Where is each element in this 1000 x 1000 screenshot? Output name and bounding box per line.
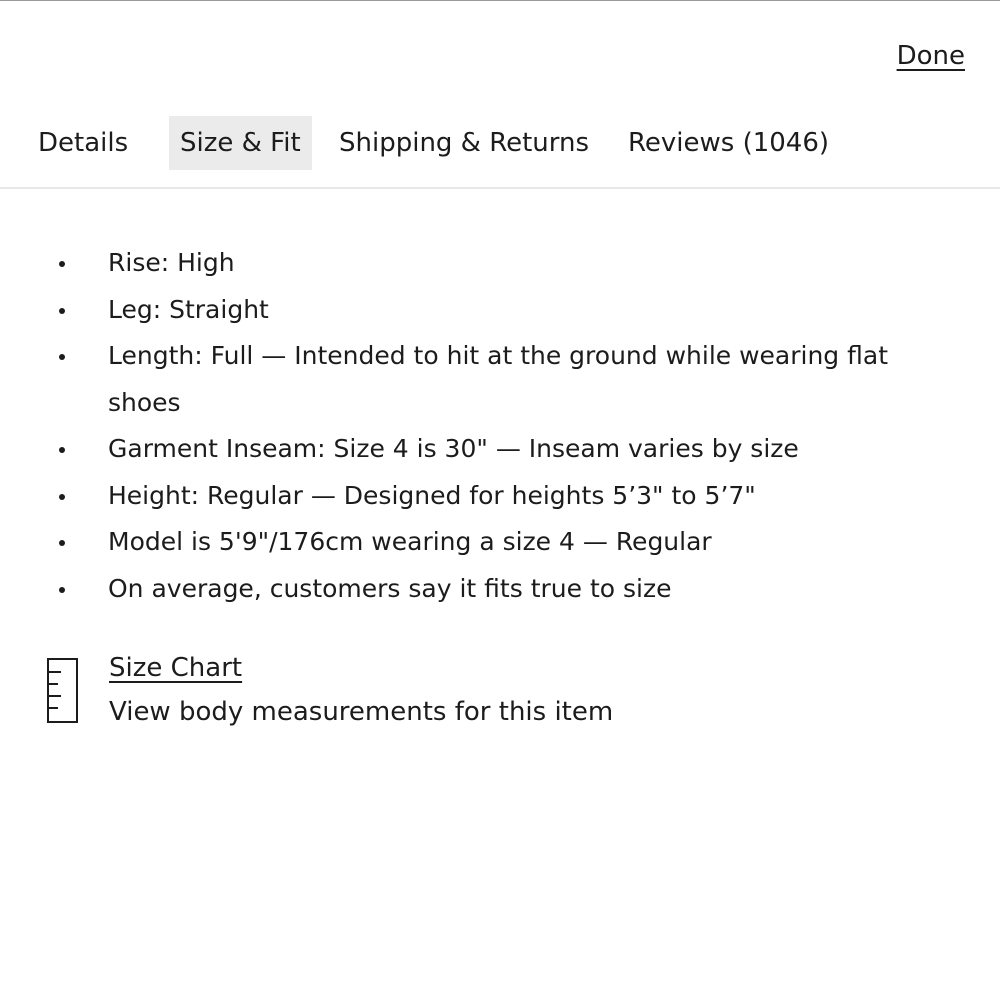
tabs-divider — [0, 187, 1000, 189]
fit-length: Length: Full — Intended to hit at the gr… — [0, 333, 1000, 426]
size-chart-description: View body measurements for this item — [109, 697, 614, 727]
fit-leg: Leg: Straight — [0, 287, 1000, 334]
tab-shipping-and-returns[interactable]: Shipping & Returns — [339, 116, 589, 170]
size-chart-link[interactable]: Size Chart — [109, 650, 242, 686]
tab-bar: Details Size & Fit Shipping & Returns Re… — [0, 116, 1000, 170]
fit-average: On average, customers say it fits true t… — [0, 566, 1000, 613]
size-fit-list: Rise: High Leg: Straight Length: Full — … — [0, 240, 1000, 612]
tab-reviews[interactable]: Reviews (1046) — [628, 116, 829, 170]
fit-inseam: Garment Inseam: Size 4 is 30" — Inseam v… — [0, 426, 1000, 473]
tab-size-and-fit[interactable]: Size & Fit — [169, 116, 312, 170]
fit-rise: Rise: High — [0, 240, 1000, 287]
tab-details[interactable]: Details — [38, 116, 128, 170]
done-button[interactable]: Done — [897, 38, 965, 74]
ruler-icon[interactable] — [47, 658, 78, 723]
top-divider — [0, 0, 1000, 1]
fit-model: Model is 5'9"/176cm wearing a size 4 — R… — [0, 519, 1000, 566]
fit-height: Height: Regular — Designed for heights 5… — [0, 473, 1000, 520]
